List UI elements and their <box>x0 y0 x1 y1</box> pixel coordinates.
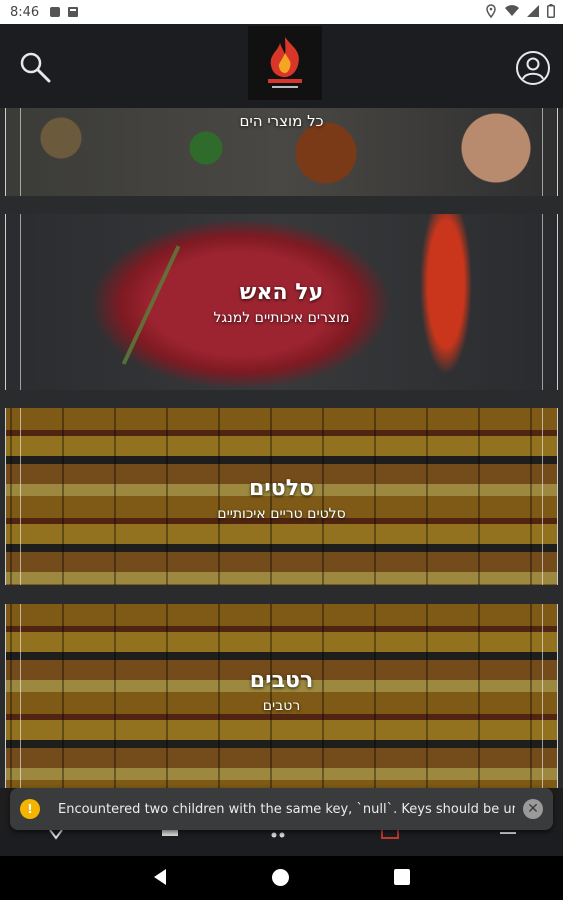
close-icon[interactable]: ✕ <box>523 799 543 819</box>
tab-chef-icon[interactable] <box>160 830 180 840</box>
category-card-salads[interactable]: סלטים סלטים טריים איכותיים <box>5 408 558 585</box>
card-frame-line <box>20 604 21 788</box>
card-frame-line <box>542 604 543 788</box>
category-title: רטבים <box>249 668 314 693</box>
recents-icon[interactable] <box>394 869 410 885</box>
brand-logo[interactable] <box>248 26 322 100</box>
android-nav-bar <box>0 856 563 900</box>
bottom-tab-bar <box>0 830 563 856</box>
app-header <box>0 24 563 108</box>
home-icon[interactable] <box>272 869 289 886</box>
category-title: כל מוצרי הים <box>239 112 324 130</box>
category-subtitle: רטבים <box>262 698 301 714</box>
category-subtitle: מוצרים איכותיים למנגל <box>213 310 350 326</box>
tab-menu-icon[interactable] <box>498 830 518 840</box>
app-notification-icon <box>68 7 79 17</box>
category-card-sauces[interactable]: רטבים רטבים <box>5 604 558 788</box>
back-icon[interactable] <box>152 868 168 886</box>
logo-flame-icon <box>268 37 302 88</box>
category-title: סלטים <box>248 476 314 501</box>
tab-favorites-icon[interactable] <box>46 830 66 840</box>
profile-icon[interactable] <box>515 50 551 86</box>
tab-cart-icon[interactable] <box>380 830 400 840</box>
search-icon[interactable] <box>18 50 52 84</box>
tab-more-icon[interactable] <box>268 830 288 840</box>
category-card-grill[interactable]: על האש מוצרים איכותיים למנגל <box>5 214 558 390</box>
warning-toast[interactable]: ! Encountered two children with the same… <box>10 788 553 830</box>
category-list: כל מוצרי הים על האש מוצרים איכותיים למנג… <box>0 108 563 788</box>
status-time: 8:46 <box>10 4 40 20</box>
category-subtitle: סלטים טריים איכותיים <box>217 506 346 522</box>
category-title: על האש <box>239 280 324 305</box>
battery-icon <box>547 4 555 18</box>
warning-icon: ! <box>20 799 40 819</box>
wifi-icon <box>505 5 519 17</box>
category-card-seafood[interactable]: כל מוצרי הים <box>5 108 558 196</box>
signal-icon <box>527 5 539 17</box>
toast-message: Encountered two children with the same k… <box>58 801 515 817</box>
notification-icon <box>50 7 61 17</box>
location-icon <box>486 4 496 18</box>
status-bar: 8:46 <box>0 0 563 24</box>
